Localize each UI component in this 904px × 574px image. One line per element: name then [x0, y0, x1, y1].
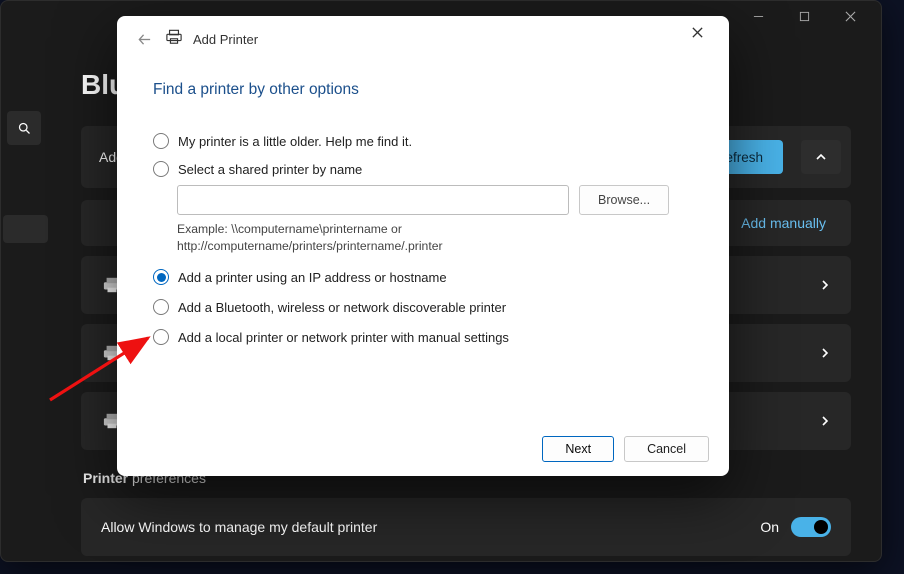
default-printer-pref-row: Allow Windows to manage my default print… — [81, 498, 851, 556]
dialog-footer: Next Cancel — [542, 436, 709, 462]
option-local-manual[interactable]: Add a local printer or network printer w… — [153, 329, 693, 345]
radio-icon — [153, 133, 169, 149]
default-printer-toggle[interactable] — [791, 517, 831, 537]
chevron-right-icon — [819, 347, 831, 359]
option-shared-printer[interactable]: Select a shared printer by name — [153, 161, 693, 177]
search-icon — [17, 121, 32, 136]
shared-printer-input[interactable] — [177, 185, 569, 215]
option-label: Add a Bluetooth, wireless or network dis… — [178, 300, 506, 315]
dialog-title: Add Printer — [193, 32, 258, 47]
dialog-heading: Find a printer by other options — [153, 81, 693, 99]
chevron-right-icon — [819, 279, 831, 291]
radio-icon — [153, 269, 169, 285]
radio-icon — [153, 161, 169, 177]
next-button[interactable]: Next — [542, 436, 614, 462]
maximize-button[interactable] — [781, 1, 827, 31]
option-bluetooth-wireless[interactable]: Add a Bluetooth, wireless or network dis… — [153, 299, 693, 315]
add-printer-dialog: Add Printer Find a printer by other opti… — [117, 16, 729, 476]
browse-button[interactable]: Browse... — [579, 185, 669, 215]
option-label: My printer is a little older. Help me fi… — [178, 134, 412, 149]
add-manually-link[interactable]: Add manually — [741, 215, 826, 231]
toggle-state-label: On — [760, 519, 779, 535]
window-close-button[interactable] — [827, 1, 873, 31]
chevron-up-icon — [815, 151, 827, 163]
option-older-printer[interactable]: My printer is a little older. Help me fi… — [153, 133, 693, 149]
shared-printer-subsection: Browse... Example: \\computername\printe… — [177, 185, 693, 255]
pref-label: Allow Windows to manage my default print… — [101, 519, 377, 535]
option-label: Select a shared printer by name — [178, 162, 362, 177]
arrow-left-icon — [137, 32, 152, 47]
search-button[interactable] — [7, 111, 41, 145]
close-icon — [691, 26, 704, 39]
example-text: Example: \\computername\printername or h… — [177, 221, 597, 255]
radio-icon — [153, 299, 169, 315]
printer-icon — [165, 29, 183, 50]
expand-toggle[interactable] — [801, 140, 841, 174]
chevron-right-icon — [819, 415, 831, 427]
minimize-button[interactable] — [735, 1, 781, 31]
radio-icon — [153, 329, 169, 345]
option-label: Add a printer using an IP address or hos… — [178, 270, 447, 285]
dialog-header: Add Printer — [117, 16, 729, 63]
option-label: Add a local printer or network printer w… — [178, 330, 509, 345]
settings-sidebar — [1, 41, 51, 556]
dialog-close-button[interactable] — [681, 16, 713, 48]
sidebar-nav-tile[interactable] — [3, 215, 48, 243]
dialog-body: Find a printer by other options My print… — [117, 63, 729, 345]
cancel-button[interactable]: Cancel — [624, 436, 709, 462]
option-ip-address[interactable]: Add a printer using an IP address or hos… — [153, 269, 693, 285]
back-button[interactable] — [133, 28, 155, 50]
